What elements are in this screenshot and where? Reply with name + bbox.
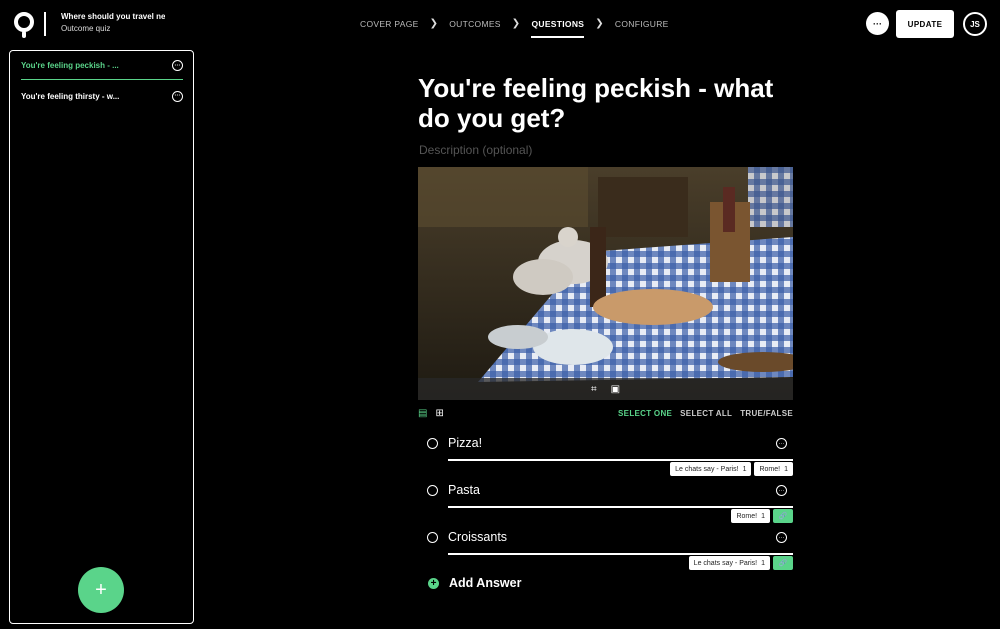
ellipsis-circle-icon[interactable]: ···	[776, 532, 787, 543]
answer-label[interactable]: Pizza!	[448, 436, 482, 450]
ellipsis-circle-icon[interactable]: ···	[172, 60, 183, 71]
link-outcome-icon[interactable]: 🔗	[773, 556, 793, 570]
plus-circle-icon: +	[428, 577, 439, 589]
outcome-tag-name: Rome!	[736, 512, 758, 520]
ellipsis-circle-icon[interactable]: ···	[776, 438, 787, 449]
outcome-tag[interactable]: Rome! 1	[731, 509, 770, 523]
image-toolbar: ⌗ ▣	[418, 378, 793, 400]
outcome-tag[interactable]: Le chats say - Paris! 1	[670, 462, 752, 476]
answer-label[interactable]: Pasta	[448, 483, 480, 497]
ellipsis-icon: ···	[873, 18, 882, 29]
quiz-title[interactable]: Where should you travel next?	[61, 12, 165, 21]
outcome-tag-name: Le chats say - Paris!	[675, 465, 739, 473]
select-one-tab[interactable]: SELECT ONE	[618, 409, 672, 418]
replace-image-icon[interactable]: ▣	[611, 384, 620, 395]
add-question-button[interactable]: +	[78, 567, 124, 613]
sidebar-question-item[interactable]: You're feeling peckish - ... ···	[21, 52, 183, 80]
header-divider	[44, 12, 46, 36]
question-title[interactable]: You're feeling peckish - what do you get…	[418, 73, 798, 133]
user-avatar[interactable]: JS	[963, 12, 987, 36]
ellipsis-circle-icon[interactable]: ···	[776, 485, 787, 496]
outcome-tag-name: Rome!	[759, 465, 781, 473]
crop-icon[interactable]: ⌗	[591, 384, 597, 395]
update-button[interactable]: UPDATE	[896, 10, 954, 38]
outcome-tag-weight: 1	[784, 465, 788, 473]
chevron-right-icon: ❯	[595, 18, 604, 29]
chevron-right-icon: ❯	[511, 18, 521, 29]
answer-underline	[448, 553, 793, 555]
plus-icon: +	[95, 578, 107, 601]
step-nav: COVER PAGE ❯ OUTCOMES ❯ QUESTIONS ❯ CONF…	[360, 18, 669, 38]
true-false-tab[interactable]: TRUE/FALSE	[740, 409, 793, 418]
add-answer-label: Add Answer	[449, 576, 522, 590]
description-input[interactable]: Description (optional)	[419, 143, 532, 157]
questions-sidebar: You're feeling peckish - ... ··· You're …	[9, 50, 194, 624]
outcome-tag[interactable]: Le chats say - Paris! 1	[688, 556, 770, 570]
ellipsis-circle-icon[interactable]: ···	[172, 90, 183, 102]
sidebar-question-label: You're feeling thirsty - w...	[21, 91, 120, 101]
radio-icon[interactable]	[427, 438, 438, 449]
sidebar-question-label: You're feeling peckish - ...	[21, 61, 119, 70]
cat-on-table-photo	[418, 167, 793, 400]
outcome-tags: Rome! 1 🔗	[731, 509, 793, 523]
radio-icon[interactable]	[427, 485, 438, 496]
step-questions[interactable]: QUESTIONS	[531, 19, 585, 38]
list-view-icon[interactable]: ▤	[418, 408, 427, 419]
outcome-tag[interactable]: Rome! 1	[754, 462, 793, 476]
link-outcome-icon[interactable]: 🔗	[773, 509, 793, 523]
quiz-type: Outcome quiz	[61, 24, 111, 33]
step-cover-page[interactable]: COVER PAGE	[360, 19, 419, 29]
outcome-tag-weight: 1	[761, 512, 765, 520]
select-all-tab[interactable]: SELECT ALL	[680, 409, 732, 418]
app-logo[interactable]	[14, 12, 36, 38]
outcome-tag-weight: 1	[761, 559, 765, 567]
outcome-tags: Le chats say - Paris! 1 Rome! 1	[670, 462, 793, 476]
step-outcomes[interactable]: OUTCOMES	[449, 19, 501, 29]
question-image[interactable]: ⌗ ▣	[418, 167, 793, 400]
logo-ring	[14, 12, 34, 32]
chevron-right-icon: ❯	[429, 18, 439, 29]
outcome-tags: Le chats say - Paris! 1 🔗	[688, 556, 793, 570]
answer-label[interactable]: Croissants	[448, 530, 507, 544]
outcome-tag-name: Le chats say - Paris!	[693, 559, 758, 567]
answer-view-toggle: ▤ ⊞	[418, 408, 444, 419]
radio-icon[interactable]	[427, 532, 438, 543]
step-configure[interactable]: CONFIGURE	[615, 19, 669, 29]
logo-stem	[22, 31, 26, 38]
answer-underline	[448, 506, 793, 508]
outcome-tag-weight: 1	[742, 465, 747, 473]
sidebar-question-item[interactable]: You're feeling thirsty - w... ···	[21, 82, 183, 110]
more-options-button[interactable]: ···	[866, 12, 889, 35]
grid-view-icon[interactable]: ⊞	[435, 408, 443, 419]
add-answer-button[interactable]: + Add Answer	[428, 576, 521, 590]
answer-underline	[448, 459, 793, 461]
answer-mode-tabs: SELECT ONE SELECT ALL TRUE/FALSE	[618, 409, 793, 418]
